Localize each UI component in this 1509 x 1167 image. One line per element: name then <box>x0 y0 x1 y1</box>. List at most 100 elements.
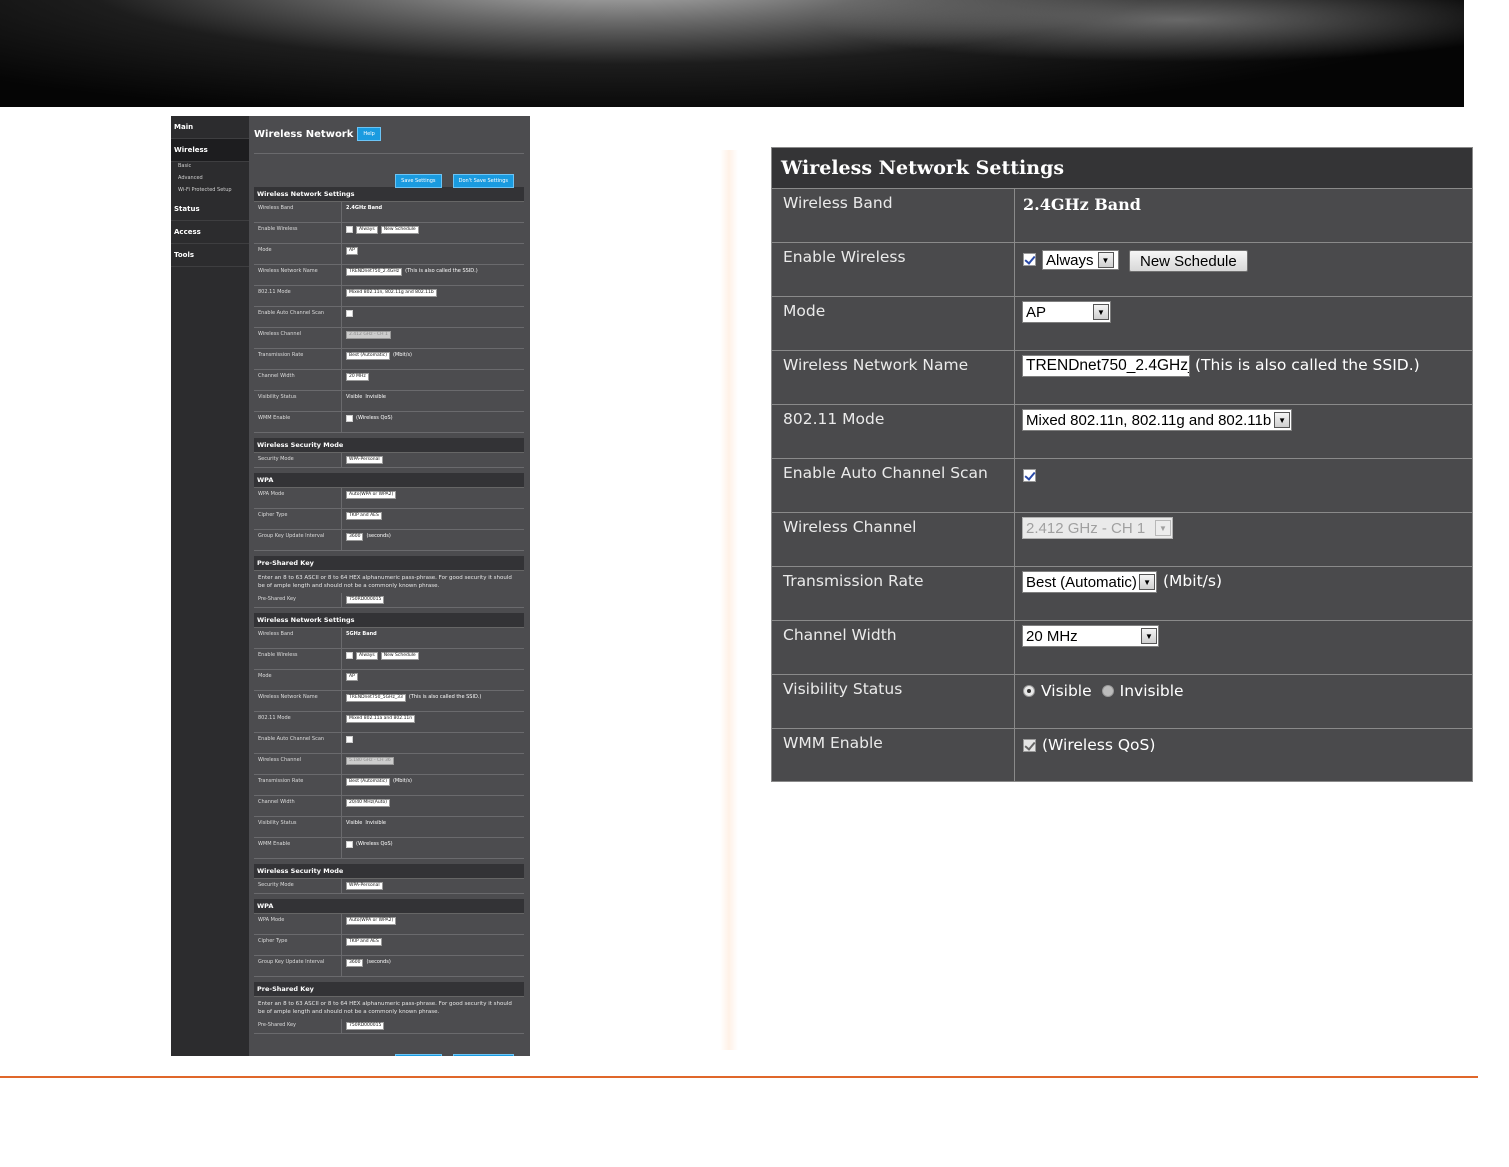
mini-select[interactable]: AP <box>346 247 358 255</box>
mini-row: Visibility Status Visible Invisible <box>254 391 524 412</box>
sidebar-item-access[interactable]: Access <box>171 221 249 244</box>
mini-label: Wireless Band <box>254 628 342 648</box>
mode-select[interactable]: AP ▼ <box>1022 301 1111 323</box>
mini-value: Always New Schedule <box>342 649 423 669</box>
mini-row: Transmission Rate Best (Automatic) (Mbit/s… <box>254 349 524 370</box>
mini-select[interactable]: 20/40 MHz(Auto) <box>346 799 390 807</box>
mini-row: Wireless Network Name TRENDnet750_5GHz_33… <box>254 691 524 712</box>
mini-radio-label[interactable]: Visible <box>346 820 362 826</box>
sidebar-subitem-wps[interactable]: Wi-Fi Protected Setup <box>171 186 249 198</box>
mini-select[interactable]: Auto(WPA or WPA2) <box>346 917 397 925</box>
mini-label: Enable Auto Channel Scan <box>254 307 342 327</box>
ssid-input[interactable]: TRENDnet750_2.4GHz_( <box>1022 355 1190 377</box>
mini-dont-save-button[interactable]: Don't Save Settings <box>452 1054 514 1056</box>
enable-wireless-checkbox[interactable] <box>1023 253 1036 266</box>
sidebar-item-tools[interactable]: Tools <box>171 244 249 267</box>
mini-value: 5.180 GHz - CH 36 <box>342 754 398 774</box>
80211-mode-select[interactable]: Mixed 802.11n, 802.11g and 802.11b ▼ <box>1022 409 1292 431</box>
sidebar-item-status[interactable]: Status <box>171 198 249 221</box>
new-schedule-button[interactable]: New Schedule <box>1129 250 1248 272</box>
mini-radio-label[interactable]: Invisible <box>365 820 386 826</box>
mini-label: WPA Mode <box>254 914 342 934</box>
mini-input[interactable]: 750RD000015 <box>346 1022 385 1030</box>
mini-dont-save-button[interactable]: Don't Save Settings <box>452 174 514 188</box>
wmm-enable-label: WMM Enable <box>772 729 1015 781</box>
auto-channel-scan-checkbox[interactable] <box>1023 469 1036 482</box>
wireless-channel-value-cell: 2.412 GHz - CH 1 ▼ <box>1015 513 1472 566</box>
mini-label: 802.11 Mode <box>254 286 342 306</box>
mini-value: Mixed 802.11a and 802.11n <box>342 712 419 732</box>
mini-input[interactable]: TRENDnet750_5GHz_33 <box>346 694 406 702</box>
mini-checkbox[interactable] <box>346 310 353 317</box>
mini-select[interactable]: 20 MHz <box>346 373 369 381</box>
mini-input[interactable]: TRENDnet750_2.4GHz <box>346 268 403 276</box>
sidebar-item-main[interactable]: Main <box>171 116 249 139</box>
mini-input[interactable]: 3600 <box>346 959 364 967</box>
mini-help-button[interactable]: Help <box>357 127 381 141</box>
mini-value: (Wireless QoS) <box>342 838 397 858</box>
mini-section-header: Wireless Security Mode <box>254 864 524 879</box>
mini-select[interactable]: WPA-Personal <box>346 456 383 464</box>
mini-radio-label[interactable]: Invisible <box>365 394 386 400</box>
mini-band-value: 2.4GHz Band <box>346 205 383 211</box>
mini-value: Auto(WPA or WPA2) <box>342 488 400 508</box>
mini-row: Cipher Type TKIP and AES <box>254 935 524 956</box>
schedule-select[interactable]: Always ▼ <box>1042 250 1119 270</box>
invisible-radio-label[interactable]: Invisible <box>1120 682 1184 700</box>
sidebar-subitem-advanced[interactable]: Advanced <box>171 174 249 186</box>
mini-select[interactable]: TKIP and AES <box>346 512 382 520</box>
mini-checkbox[interactable] <box>346 841 353 848</box>
mini-checkbox[interactable] <box>346 736 353 743</box>
page-divider <box>720 150 738 1050</box>
mini-save-button[interactable]: Save Settings <box>395 1054 442 1056</box>
mini-select[interactable]: Auto(WPA or WPA2) <box>346 491 397 499</box>
mini-label: Pre-Shared Key <box>254 593 342 607</box>
mini-select[interactable]: Mixed 802.11a and 802.11n <box>346 715 416 723</box>
mini-note: (This is also called the SSID.) <box>408 694 482 700</box>
chevron-down-icon: ▼ <box>1155 520 1171 536</box>
row-wireless-network-name: Wireless Network Name TRENDnet750_2.4GHz… <box>772 351 1472 405</box>
mini-value: 3600 (seconds) <box>342 956 395 976</box>
mini-input[interactable]: 3600 <box>346 533 364 541</box>
visible-radio-label[interactable]: Visible <box>1041 682 1092 700</box>
mini-unit: (seconds) <box>366 533 391 539</box>
sidebar-item-wireless[interactable]: Wireless <box>171 139 249 162</box>
mini-label: Visibility Status <box>254 817 342 837</box>
mini-schedule-button[interactable]: New Schedule <box>380 226 419 234</box>
mini-select[interactable]: Best (Automatic) <box>346 778 390 786</box>
mini-select[interactable]: Always <box>356 652 378 660</box>
mini-checkbox[interactable] <box>346 652 353 659</box>
mini-value: Best (Automatic) (Mbit/s) <box>342 775 416 795</box>
mini-select[interactable]: WPA-Personal <box>346 882 383 890</box>
channel-width-select[interactable]: 20 MHz ▼ <box>1022 625 1159 647</box>
mini-row: WPA Mode Auto(WPA or WPA2) <box>254 488 524 509</box>
mini-save-button[interactable]: Save Settings <box>395 174 442 188</box>
visible-radio[interactable] <box>1023 685 1035 697</box>
mini-row: Wireless Channel 5.180 GHz - CH 36 <box>254 754 524 775</box>
mini-radio-label[interactable]: Visible <box>346 394 362 400</box>
mini-select[interactable]: TKIP and AES <box>346 938 382 946</box>
mini-value: AP <box>342 670 362 690</box>
wmm-enable-checkbox[interactable] <box>1023 739 1036 752</box>
mini-schedule-button[interactable]: New Schedule <box>380 652 419 660</box>
mini-checkbox[interactable] <box>346 226 353 233</box>
enable-wireless-value-cell: Always ▼ New Schedule <box>1015 243 1472 296</box>
wmm-enable-value-cell: (Wireless QoS) <box>1015 729 1472 781</box>
mini-checkbox[interactable] <box>346 415 353 422</box>
chevron-down-icon: ▼ <box>1097 252 1114 268</box>
mini-value: Mixed 802.11n, 802.11g and 802.11b <box>342 286 441 306</box>
mini-value: TRENDnet750_2.4GHz (This is also called t… <box>342 265 482 285</box>
80211-mode-select-value: Mixed 802.11n, 802.11g and 802.11b <box>1026 411 1272 429</box>
mini-select[interactable]: AP <box>346 673 358 681</box>
mini-input[interactable]: 750RD000015 <box>346 596 385 604</box>
transmission-rate-value-cell: Best (Automatic) ▼ (Mbit/s) <box>1015 567 1472 620</box>
transmission-rate-select[interactable]: Best (Automatic) ▼ <box>1022 571 1157 593</box>
invisible-radio[interactable] <box>1101 685 1114 697</box>
schedule-select-value: Always <box>1046 251 1094 269</box>
mini-value <box>342 307 357 327</box>
mini-select[interactable]: Always <box>356 226 378 234</box>
mini-label: Enable Wireless <box>254 223 342 243</box>
mini-select[interactable]: Best (Automatic) <box>346 352 390 360</box>
sidebar-subitem-basic[interactable]: Basic <box>171 162 249 174</box>
mini-select[interactable]: Mixed 802.11n, 802.11g and 802.11b <box>346 289 437 297</box>
